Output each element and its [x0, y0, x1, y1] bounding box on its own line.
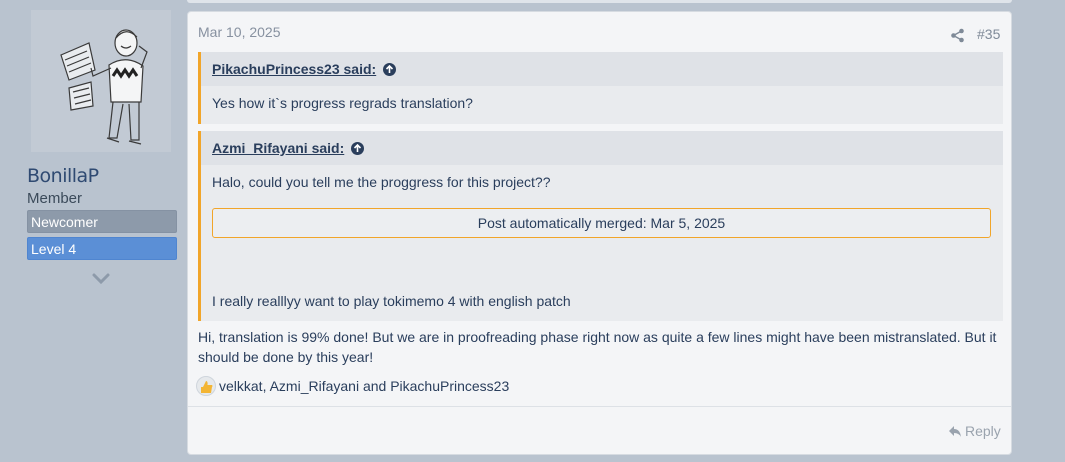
chevron-down-icon[interactable]: [91, 272, 111, 286]
quote-header: Azmi_Rifayani said:: [201, 131, 1003, 165]
arrow-up-icon[interactable]: [351, 141, 365, 155]
avatar-drawing: [60, 29, 148, 145]
post-date[interactable]: Mar 10, 2025: [198, 24, 281, 40]
quote-text: I really realllyy want to play tokimemo …: [212, 293, 571, 309]
quote-header: PikachuPrincess23 said:: [201, 52, 1003, 86]
quote-text: Halo, could you tell me the proggress fo…: [212, 174, 551, 190]
reply-icon: [949, 425, 961, 437]
banner-level: Level 4: [27, 237, 177, 260]
quote-block: Azmi_Rifayani said: Halo, could you tell…: [198, 131, 1003, 321]
reply-button[interactable]: Reply: [948, 423, 1001, 439]
quote-block: PikachuPrincess23 said: Yes how it`s pro…: [198, 52, 1003, 124]
quote-author-link[interactable]: PikachuPrincess23 said:: [212, 61, 376, 77]
quote-author-link[interactable]: Azmi_Rifayani said:: [212, 140, 344, 156]
reactions-users[interactable]: velkkat, Azmi_Rifayani and PikachuPrince…: [219, 378, 509, 394]
user-title: Member: [27, 190, 83, 207]
reactions-bar[interactable]: velkkat, Azmi_Rifayani and PikachuPrince…: [196, 376, 509, 396]
post-number[interactable]: #35: [977, 26, 1000, 42]
arrow-up-icon[interactable]: [383, 62, 397, 76]
footer-divider: [188, 406, 1011, 407]
username[interactable]: BonillaP: [27, 165, 99, 187]
post-body: Hi, translation is 99% done! But we are …: [198, 329, 997, 365]
share-icon[interactable]: [950, 28, 965, 43]
user-info: BonillaP Member Newcomer Level 4: [23, 10, 181, 462]
previous-post-edge: [187, 0, 1012, 3]
post-card: Mar 10, 2025 #35 PikachuPrincess23 said:…: [187, 11, 1012, 455]
merged-notice: Post automatically merged: Mar 5, 2025: [212, 208, 991, 238]
avatar[interactable]: [31, 10, 171, 152]
quote-text: Yes how it`s progress regrads translatio…: [212, 95, 473, 111]
like-icon: [196, 376, 216, 396]
banner-newcomer: Newcomer: [27, 210, 177, 233]
reply-label: Reply: [965, 423, 1001, 439]
